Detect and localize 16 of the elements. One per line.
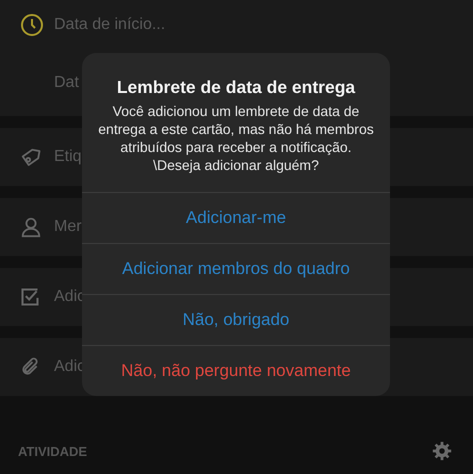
dialog-title: Lembrete de data de entrega (116, 77, 356, 98)
checkbox-icon (20, 287, 40, 307)
row-label[interactable]: Data de início... (54, 16, 166, 34)
clock-icon (20, 13, 44, 37)
settings-icon[interactable] (431, 440, 453, 462)
person-icon (20, 216, 42, 238)
dialog-action[interactable]: Adicionar-me (82, 192, 390, 243)
row-label[interactable]: Etiq (54, 148, 82, 166)
tag-icon (20, 146, 42, 168)
dialog-action[interactable]: Não, obrigado (82, 294, 390, 345)
dialog-action[interactable]: Adicionar membros do quadro (82, 243, 390, 294)
row-label[interactable]: Dat (54, 74, 79, 92)
section-heading: ATIVIDADE (18, 444, 88, 458)
dialog-message: Você adicionou um lembrete de data de entrega a este cartão, mas não há membros atribuídos para receber a notificação. \Deseja adicionar alguém? (97, 102, 375, 175)
dialog-action[interactable]: Não, não pergunte novamente (82, 345, 390, 396)
row-label[interactable]: Mer (54, 218, 82, 236)
